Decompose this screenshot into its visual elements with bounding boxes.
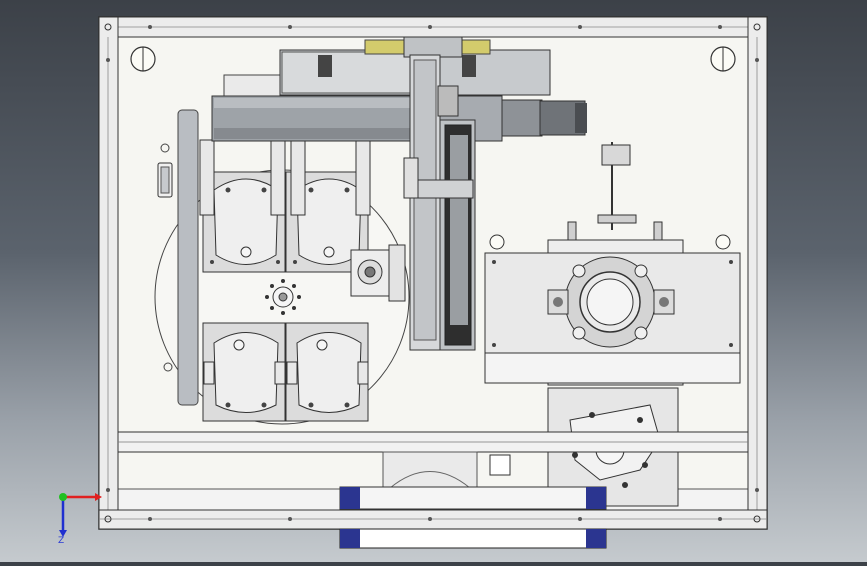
- index-motor: [350, 244, 406, 302]
- fixture-plate: [484, 239, 741, 386]
- triad-z-label: Z: [58, 536, 64, 546]
- cad-viewport[interactable]: Z: [0, 0, 867, 562]
- cam-plate-bottom-left: [202, 322, 286, 422]
- coordinate-triad: Z: [58, 493, 102, 546]
- cam-plate-bottom-right: [285, 322, 369, 422]
